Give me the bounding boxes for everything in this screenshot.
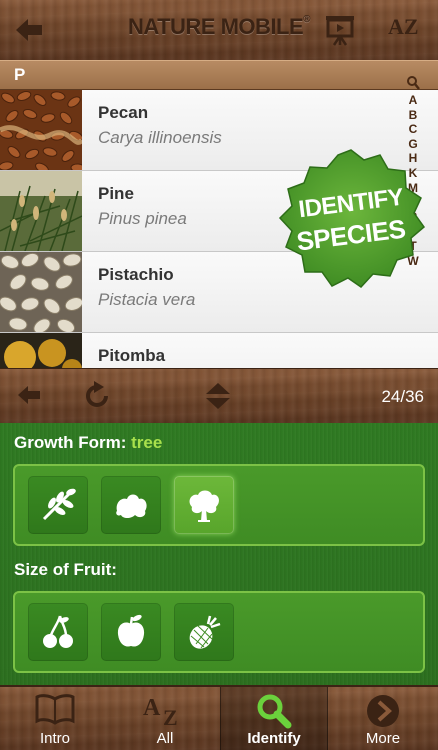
growth-form-title: Growth Form: [14, 433, 127, 452]
tab-label: All [156, 730, 174, 747]
tab-label: Identify [247, 730, 301, 747]
pine-thumbnail [0, 171, 82, 251]
apple-icon [117, 614, 145, 647]
index-letter[interactable]: B [402, 108, 424, 123]
small-fruit-option[interactable] [28, 603, 88, 661]
fruit-size-options [13, 591, 425, 673]
svg-text:Z: Z [163, 705, 178, 727]
bottom-tab-bar: Intro A Z All Identify More [0, 685, 438, 750]
scientific-name: Carya illinoensis [98, 128, 222, 147]
species-name: Pitomba [98, 346, 166, 365]
pecan-thumbnail [0, 90, 82, 170]
growth-form-label: Growth Form: tree [14, 433, 162, 453]
species-name: Pecan [98, 103, 149, 122]
cherry-icon [43, 615, 73, 648]
species-name: Pine [98, 184, 134, 203]
az-icon: A Z [143, 695, 178, 727]
app-title-text: NATURE MOBILE [127, 14, 304, 39]
reset-button[interactable] [82, 381, 112, 415]
up-down-arrows-icon [206, 383, 230, 409]
expand-collapse-button[interactable] [204, 381, 232, 415]
back-arrow-icon [18, 386, 40, 404]
pineapple-icon [189, 615, 221, 649]
identify-species-badge[interactable]: IDENTIFY SPECIES [272, 146, 430, 298]
presentation-icon [326, 16, 354, 46]
section-letter: P [14, 65, 26, 84]
shrub-icon [116, 494, 147, 518]
tree-icon [189, 490, 219, 522]
herb-icon [42, 488, 76, 521]
identify-filters-panel: Growth Form: tree Size of Fruit: [0, 423, 438, 685]
large-fruit-option[interactable] [174, 603, 234, 661]
search-icon [257, 694, 292, 729]
index-search-icon[interactable] [406, 75, 420, 91]
pitomba-thumbnail [0, 333, 82, 368]
species-name: Pistachio [98, 265, 174, 284]
tab-more[interactable]: More [328, 687, 438, 750]
tree-option[interactable] [174, 476, 234, 534]
section-header: P [0, 60, 438, 90]
chevron-right-icon [367, 695, 399, 727]
fruit-size-title: Size of Fruit: [14, 560, 117, 579]
toolbar-back-button[interactable] [16, 383, 42, 411]
pistachio-thumbnail [0, 252, 82, 332]
refresh-icon [86, 381, 108, 407]
list-item[interactable]: Pitomba [0, 333, 438, 368]
az-icon: AZ [388, 14, 419, 39]
scientific-name: Pinus pinea [98, 209, 187, 228]
tab-label: Intro [39, 730, 70, 747]
top-navigation-bar: NATURE MOBILE® AZ [0, 0, 438, 60]
shrub-option[interactable] [101, 476, 161, 534]
slideshow-button[interactable] [322, 14, 358, 46]
tab-label: More [365, 730, 401, 747]
sort-az-button[interactable]: AZ [388, 14, 419, 40]
tab-all[interactable]: A Z All [110, 687, 220, 750]
app-logo-title: NATURE MOBILE® [0, 14, 438, 40]
tab-intro[interactable]: Intro [0, 687, 110, 750]
book-icon [35, 694, 75, 725]
registered-mark: ® [303, 14, 311, 25]
index-letter[interactable]: C [402, 122, 424, 137]
result-counter: 24/36 [381, 387, 424, 406]
growth-form-value: tree [131, 433, 163, 452]
growth-form-options [13, 464, 425, 546]
herb-option[interactable] [28, 476, 88, 534]
medium-fruit-option[interactable] [101, 603, 161, 661]
index-letter[interactable]: A [402, 93, 424, 108]
scientific-name: Pistacia vera [98, 290, 196, 309]
filter-toolbar: 24/36 [0, 368, 438, 423]
fruit-size-label: Size of Fruit: [14, 560, 117, 580]
svg-text:A: A [143, 695, 161, 721]
tab-identify[interactable]: Identify [220, 687, 328, 750]
